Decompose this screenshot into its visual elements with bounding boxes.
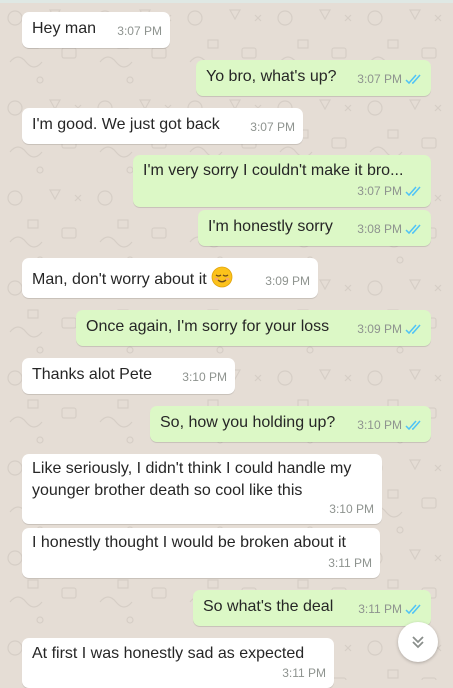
top-accent-bar <box>0 0 453 3</box>
message-time: 3:07 PM <box>117 24 162 38</box>
message-time: 3:11 PM <box>358 602 402 616</box>
message-meta: 3:10 PM <box>357 414 423 436</box>
message-text: I'm good. We just got back <box>32 116 220 133</box>
message-meta: 3:09 PM <box>357 318 423 340</box>
message-outgoing[interactable]: I'm honestly sorry 3:08 PM <box>198 210 431 246</box>
message-text: Yo bro, what's up? <box>206 68 337 85</box>
message-time: 3:11 PM <box>328 556 372 570</box>
message-time: 3:09 PM <box>265 274 310 288</box>
message-time: 3:07 PM <box>250 120 295 134</box>
message-time: 3:08 PM <box>357 222 402 236</box>
message-outgoing[interactable]: So what's the deal 3:11 PM <box>193 590 431 626</box>
message-incoming[interactable]: I'm good. We just got back 3:07 PM <box>22 108 303 144</box>
message-meta: 3:11 PM <box>358 598 423 620</box>
double-check-icon <box>405 420 423 431</box>
message-text: Man, don't worry about it <box>32 266 233 291</box>
message-text: I'm very sorry I couldn't make it bro... <box>143 162 404 179</box>
double-check-icon <box>405 224 423 235</box>
message-outgoing[interactable]: Yo bro, what's up? 3:07 PM <box>196 60 431 96</box>
message-incoming[interactable]: At first I was honestly sad as expected … <box>22 638 334 688</box>
message-text: Thanks alot Pete <box>32 366 153 383</box>
relieved-face-icon <box>211 266 233 288</box>
message-outgoing[interactable]: Once again, I'm sorry for your loss 3:09… <box>76 310 431 346</box>
message-incoming[interactable]: Like seriously, I didn't think I could h… <box>22 454 382 524</box>
message-outgoing[interactable]: So, how you holding up? 3:10 PM <box>150 406 431 442</box>
message-time: 3:10 PM <box>182 370 227 384</box>
message-text: I'm honestly sorry <box>208 218 333 235</box>
message-time: 3:07 PM <box>357 72 402 86</box>
message-incoming[interactable]: Man, don't worry about it 3:09 PM <box>22 258 318 298</box>
message-meta: 3:07 PM <box>357 180 423 202</box>
message-time: 3:10 PM <box>329 502 374 516</box>
double-chevron-down-icon <box>412 636 424 649</box>
scroll-to-bottom-button[interactable] <box>398 622 438 662</box>
message-text: So, how you holding up? <box>160 414 336 431</box>
message-incoming[interactable]: Hey man 3:07 PM <box>22 12 170 48</box>
message-incoming[interactable]: I honestly thought I would be broken abo… <box>22 528 380 578</box>
message-outgoing[interactable]: I'm very sorry I couldn't make it bro...… <box>133 155 431 207</box>
double-check-icon <box>405 604 423 615</box>
double-check-icon <box>405 186 423 197</box>
message-time: 3:11 PM <box>282 666 326 680</box>
message-text: Once again, I'm sorry for your loss <box>86 318 330 335</box>
message-time: 3:10 PM <box>357 418 402 432</box>
message-time: 3:07 PM <box>357 184 402 198</box>
message-text: Like seriously, I didn't think I could h… <box>32 460 352 499</box>
message-incoming[interactable]: Thanks alot Pete 3:10 PM <box>22 358 235 394</box>
message-text: I honestly thought I would be broken abo… <box>32 534 346 551</box>
double-check-icon <box>405 324 423 335</box>
double-check-icon <box>405 74 423 85</box>
message-meta: 3:08 PM <box>357 218 423 240</box>
message-time: 3:09 PM <box>357 322 402 336</box>
message-text: So what's the deal <box>203 598 334 615</box>
message-text: Hey man <box>32 20 97 37</box>
message-text: At first I was honestly sad as expected <box>32 645 305 662</box>
message-meta: 3:07 PM <box>357 68 423 90</box>
